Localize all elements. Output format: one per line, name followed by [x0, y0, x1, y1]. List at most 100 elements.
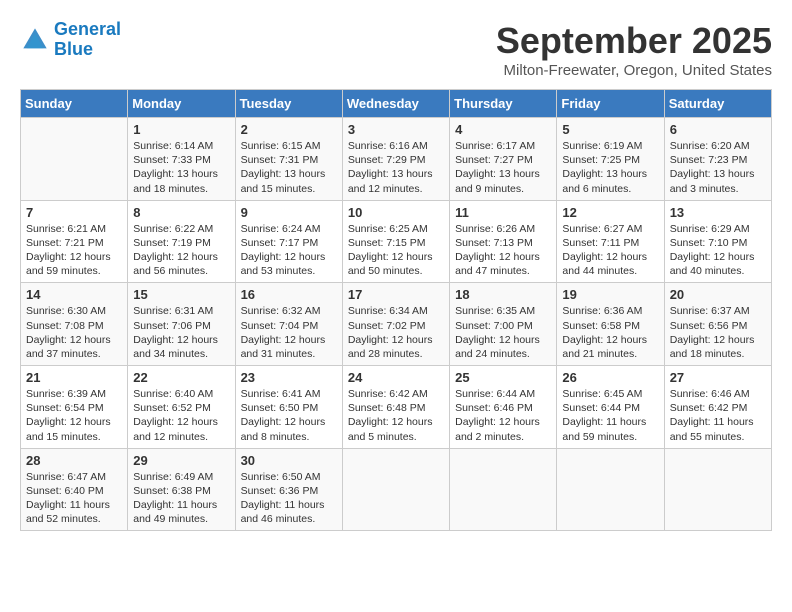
col-header-saturday: Saturday	[664, 90, 771, 118]
day-number: 28	[26, 453, 122, 468]
calendar-cell: 2 Sunrise: 6:15 AMSunset: 7:31 PMDaylight…	[235, 118, 342, 201]
day-number: 22	[133, 370, 229, 385]
calendar-cell: 16 Sunrise: 6:32 AMSunset: 7:04 PMDayligh…	[235, 283, 342, 366]
calendar-cell: 15 Sunrise: 6:31 AMSunset: 7:06 PMDayligh…	[128, 283, 235, 366]
day-detail: Sunrise: 6:50 AMSunset: 6:36 PMDaylight:…	[241, 470, 337, 527]
month-title: September 2025	[496, 20, 772, 62]
day-headers: SundayMondayTuesdayWednesdayThursdayFrid…	[21, 90, 772, 118]
day-detail: Sunrise: 6:44 AMSunset: 6:46 PMDaylight:…	[455, 387, 551, 444]
day-detail: Sunrise: 6:17 AMSunset: 7:27 PMDaylight:…	[455, 139, 551, 196]
calendar-cell: 6 Sunrise: 6:20 AMSunset: 7:23 PMDaylight…	[664, 118, 771, 201]
logo-icon	[20, 25, 50, 55]
day-number: 27	[670, 370, 766, 385]
day-number: 2	[241, 122, 337, 137]
day-detail: Sunrise: 6:41 AMSunset: 6:50 PMDaylight:…	[241, 387, 337, 444]
day-detail: Sunrise: 6:16 AMSunset: 7:29 PMDaylight:…	[348, 139, 444, 196]
calendar-cell: 24 Sunrise: 6:42 AMSunset: 6:48 PMDayligh…	[342, 366, 449, 449]
day-detail: Sunrise: 6:20 AMSunset: 7:23 PMDaylight:…	[670, 139, 766, 196]
day-number: 13	[670, 205, 766, 220]
day-detail: Sunrise: 6:14 AMSunset: 7:33 PMDaylight:…	[133, 139, 229, 196]
day-detail: Sunrise: 6:49 AMSunset: 6:38 PMDaylight:…	[133, 470, 229, 527]
week-row-5: 28Sunrise: 6:47 AMSunset: 6:40 PMDayligh…	[21, 448, 772, 531]
day-detail: Sunrise: 6:32 AMSunset: 7:04 PMDaylight:…	[241, 304, 337, 361]
day-number: 6	[670, 122, 766, 137]
calendar-cell: 26 Sunrise: 6:45 AMSunset: 6:44 PMDayligh…	[557, 366, 664, 449]
day-detail: Sunrise: 6:39 AMSunset: 6:54 PMDaylight:…	[26, 387, 122, 444]
day-detail: Sunrise: 6:35 AMSunset: 7:00 PMDaylight:…	[455, 304, 551, 361]
calendar-cell: 9 Sunrise: 6:24 AMSunset: 7:17 PMDaylight…	[235, 200, 342, 283]
calendar-cell: 1 Sunrise: 6:14 AMSunset: 7:33 PMDaylight…	[128, 118, 235, 201]
calendar-cell: 19 Sunrise: 6:36 AMSunset: 6:58 PMDayligh…	[557, 283, 664, 366]
day-detail: Sunrise: 6:36 AMSunset: 6:58 PMDaylight:…	[562, 304, 658, 361]
week-row-1: 1 Sunrise: 6:14 AMSunset: 7:33 PMDaylight…	[21, 118, 772, 201]
col-header-thursday: Thursday	[450, 90, 557, 118]
day-detail: Sunrise: 6:15 AMSunset: 7:31 PMDaylight:…	[241, 139, 337, 196]
calendar-cell: 27 Sunrise: 6:46 AMSunset: 6:42 PMDayligh…	[664, 366, 771, 449]
week-row-2: 7Sunrise: 6:21 AMSunset: 7:21 PMDaylight…	[21, 200, 772, 283]
day-number: 21	[26, 370, 122, 385]
day-number: 30	[241, 453, 337, 468]
header: General Blue September 2025 Milton-Freew…	[20, 20, 772, 79]
logo-text: General Blue	[54, 20, 121, 60]
week-row-4: 21 Sunrise: 6:39 AMSunset: 6:54 PMDayligh…	[21, 366, 772, 449]
day-number: 24	[348, 370, 444, 385]
day-number: 17	[348, 287, 444, 302]
col-header-wednesday: Wednesday	[342, 90, 449, 118]
day-detail: Sunrise: 6:26 AMSunset: 7:13 PMDaylight:…	[455, 222, 551, 279]
day-detail: Sunrise: 6:37 AMSunset: 6:56 PMDaylight:…	[670, 304, 766, 361]
location-title: Milton-Freewater, Oregon, United States	[496, 62, 772, 79]
col-header-friday: Friday	[557, 90, 664, 118]
logo-general: General	[54, 19, 121, 39]
calendar-cell: 20Sunrise: 6:37 AMSunset: 6:56 PMDayligh…	[664, 283, 771, 366]
day-detail: Sunrise: 6:40 AMSunset: 6:52 PMDaylight:…	[133, 387, 229, 444]
col-header-sunday: Sunday	[21, 90, 128, 118]
calendar-cell: 22 Sunrise: 6:40 AMSunset: 6:52 PMDayligh…	[128, 366, 235, 449]
day-number: 23	[241, 370, 337, 385]
calendar-cell: 8Sunrise: 6:22 AMSunset: 7:19 PMDaylight…	[128, 200, 235, 283]
calendar-cell: 30 Sunrise: 6:50 AMSunset: 6:36 PMDayligh…	[235, 448, 342, 531]
day-detail: Sunrise: 6:34 AMSunset: 7:02 PMDaylight:…	[348, 304, 444, 361]
title-block: September 2025 Milton-Freewater, Oregon,…	[496, 20, 772, 79]
calendar-cell	[664, 448, 771, 531]
day-number: 26	[562, 370, 658, 385]
calendar-cell: 13Sunrise: 6:29 AMSunset: 7:10 PMDayligh…	[664, 200, 771, 283]
calendar-cell: 14 Sunrise: 6:30 AMSunset: 7:08 PMDayligh…	[21, 283, 128, 366]
calendar-cell: 21 Sunrise: 6:39 AMSunset: 6:54 PMDayligh…	[21, 366, 128, 449]
calendar-cell	[342, 448, 449, 531]
day-detail: Sunrise: 6:25 AMSunset: 7:15 PMDaylight:…	[348, 222, 444, 279]
day-number: 10	[348, 205, 444, 220]
day-detail: Sunrise: 6:24 AMSunset: 7:17 PMDaylight:…	[241, 222, 337, 279]
calendar-cell: 11 Sunrise: 6:26 AMSunset: 7:13 PMDayligh…	[450, 200, 557, 283]
day-number: 3	[348, 122, 444, 137]
day-number: 5	[562, 122, 658, 137]
day-detail: Sunrise: 6:45 AMSunset: 6:44 PMDaylight:…	[562, 387, 658, 444]
day-detail: Sunrise: 6:46 AMSunset: 6:42 PMDaylight:…	[670, 387, 766, 444]
day-number: 29	[133, 453, 229, 468]
calendar-cell: 12Sunrise: 6:27 AMSunset: 7:11 PMDayligh…	[557, 200, 664, 283]
day-number: 14	[26, 287, 122, 302]
day-detail: Sunrise: 6:21 AMSunset: 7:21 PMDaylight:…	[26, 222, 122, 279]
calendar-cell: 17 Sunrise: 6:34 AMSunset: 7:02 PMDayligh…	[342, 283, 449, 366]
calendar-cell	[557, 448, 664, 531]
logo: General Blue	[20, 20, 121, 60]
day-number: 1	[133, 122, 229, 137]
calendar-cell: 5 Sunrise: 6:19 AMSunset: 7:25 PMDaylight…	[557, 118, 664, 201]
day-detail: Sunrise: 6:30 AMSunset: 7:08 PMDaylight:…	[26, 304, 122, 361]
day-detail: Sunrise: 6:42 AMSunset: 6:48 PMDaylight:…	[348, 387, 444, 444]
calendar-cell: 28Sunrise: 6:47 AMSunset: 6:40 PMDayligh…	[21, 448, 128, 531]
day-number: 4	[455, 122, 551, 137]
day-detail: Sunrise: 6:31 AMSunset: 7:06 PMDaylight:…	[133, 304, 229, 361]
col-header-monday: Monday	[128, 90, 235, 118]
day-number: 9	[241, 205, 337, 220]
day-detail: Sunrise: 6:27 AMSunset: 7:11 PMDaylight:…	[562, 222, 658, 279]
day-detail: Sunrise: 6:19 AMSunset: 7:25 PMDaylight:…	[562, 139, 658, 196]
day-number: 11	[455, 205, 551, 220]
day-number: 19	[562, 287, 658, 302]
calendar-cell: 18Sunrise: 6:35 AMSunset: 7:00 PMDayligh…	[450, 283, 557, 366]
calendar-cell	[21, 118, 128, 201]
col-header-tuesday: Tuesday	[235, 90, 342, 118]
calendar-cell: 23 Sunrise: 6:41 AMSunset: 6:50 PMDayligh…	[235, 366, 342, 449]
day-number: 15	[133, 287, 229, 302]
day-number: 8	[133, 205, 229, 220]
day-number: 16	[241, 287, 337, 302]
